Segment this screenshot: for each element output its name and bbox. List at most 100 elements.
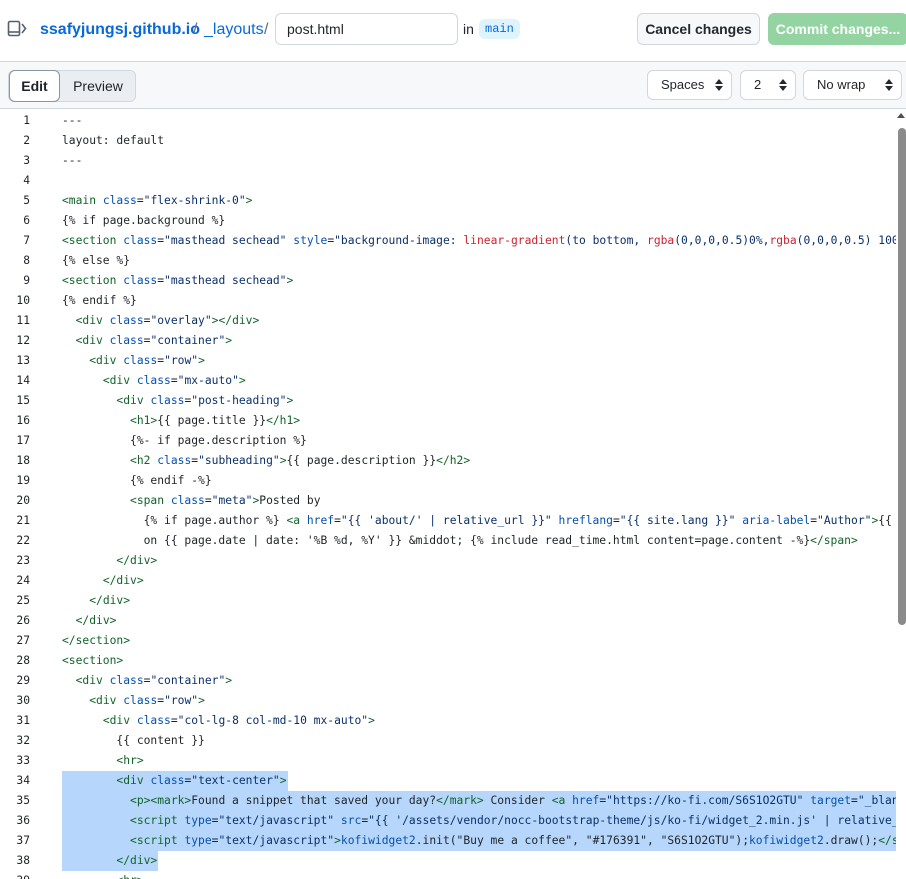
code-line[interactable]: 35 <p><mark>Found a snippet that saved y… (0, 791, 906, 811)
indent-mode-select[interactable]: Spaces (647, 70, 732, 100)
tab-edit[interactable]: Edit (9, 70, 60, 102)
cancel-changes-button[interactable]: Cancel changes (637, 13, 760, 45)
branch-badge: main (479, 19, 520, 39)
code-line[interactable]: 7 <section class="masthead sechead" style… (0, 231, 906, 251)
code-text: <p><mark>Found a snippet that saved your… (130, 794, 906, 807)
code-line[interactable]: 12 <div class="container"> (0, 331, 896, 351)
code-line[interactable]: 21 {% if page.author %} <a href="{{ 'abo… (0, 511, 906, 531)
line-number: 20 (16, 494, 30, 507)
code-line[interactable]: 34 <div class="text-center"> (0, 771, 896, 791)
line-number: 37 (16, 834, 30, 847)
code-text: <section class="masthead sechead"> (62, 274, 294, 287)
line-number: 1 (23, 114, 30, 127)
code-text: {{ content }} (62, 734, 205, 747)
code-text: </section> (62, 634, 131, 647)
line-number: 7 (23, 234, 30, 247)
breadcrumb-separator: / (264, 21, 269, 38)
code-line[interactable]: 10 {% endif %} (0, 291, 896, 311)
filename-input[interactable] (275, 13, 458, 45)
code-line[interactable]: 11 <div class="overlay"></div> (0, 311, 896, 331)
indent-size-value: 2 (754, 77, 762, 92)
line-number: 9 (23, 274, 30, 287)
code-text: {%- if page.description %} (62, 434, 307, 447)
code-text: <section> (62, 654, 124, 667)
code-line[interactable]: 8 {% else %} (0, 251, 896, 271)
code-editor[interactable]: 1 --- 2 layout: default 3 --- 4 5 <main class="f… (0, 109, 906, 879)
line-number: 34 (16, 774, 30, 787)
line-number: 4 (23, 174, 30, 187)
code-line[interactable]: 20 <span class="meta">Posted by (0, 491, 896, 511)
code-text: <div class="container"> (75, 674, 233, 687)
line-number: 38 (16, 854, 30, 867)
code-line[interactable]: 28 <section> (0, 651, 896, 671)
line-number: 14 (16, 374, 30, 387)
line-number: 3 (23, 154, 30, 167)
code-text: <script type="text/javascript">kofiwidge… (130, 834, 906, 847)
code-line[interactable]: 26 </div> (0, 611, 896, 631)
line-number: 12 (16, 334, 30, 347)
repo-icon[interactable] (7, 20, 27, 38)
scroll-up-arrow-icon[interactable] (897, 113, 905, 118)
code-line[interactable]: 18 <h2 class="subheading">{{ page.descri… (0, 451, 896, 471)
code-text: {% endif -%} (62, 474, 212, 487)
updown-arrows-icon (779, 79, 787, 91)
code-line[interactable]: 4 (0, 171, 896, 191)
code-line[interactable]: 38 </div> (0, 851, 896, 871)
code-line[interactable]: 2 layout: default (0, 131, 896, 151)
code-text: <h1>{{ page.title }}</h1> (130, 414, 301, 427)
code-line[interactable]: 29 <div class="container"> (0, 671, 896, 691)
code-text: </div> (75, 614, 117, 627)
line-number: 31 (16, 714, 30, 727)
code-text: --- (62, 154, 83, 167)
repo-link[interactable]: ssafyjungsj.github.io (40, 20, 200, 40)
line-number: 2 (23, 134, 30, 147)
code-line[interactable]: 32 {{ content }} (0, 731, 896, 751)
code-line[interactable]: 22 on {{ page.date | date: '%B %d, %Y' }… (0, 531, 896, 551)
code-line[interactable]: 17 {%- if page.description %} (0, 431, 896, 451)
tab-preview[interactable]: Preview (60, 71, 136, 101)
code-line[interactable]: 13 <div class="row"> (0, 351, 896, 371)
line-number: 36 (16, 814, 30, 827)
line-number: 19 (16, 474, 30, 487)
code-line[interactable]: 24 </div> (0, 571, 896, 591)
line-number: 18 (16, 454, 30, 467)
code-line[interactable]: 3 --- (0, 151, 896, 171)
code-line[interactable]: 6 {% if page.background %} (0, 211, 896, 231)
line-number: 30 (16, 694, 30, 707)
in-label: in (463, 21, 474, 37)
code-line[interactable]: 14 <div class="mx-auto"> (0, 371, 896, 391)
code-line[interactable]: 19 {% endif -%} (0, 471, 896, 491)
breadcrumb-separator: / (193, 21, 198, 38)
code-text: layout: default (62, 134, 165, 147)
folder-link[interactable]: _layouts (204, 20, 264, 40)
code-text: <div class="row"> (89, 354, 205, 367)
code-line[interactable]: 25 </div> (0, 591, 896, 611)
wrap-mode-select[interactable]: No wrap (803, 70, 902, 100)
code-line[interactable]: 1 --- (0, 111, 896, 131)
code-line[interactable]: 33 <hr> (0, 751, 896, 771)
code-text: <section class="masthead sechead" style=… (62, 234, 906, 247)
code-line[interactable]: 31 <div class="col-lg-8 col-md-10 mx-aut… (0, 711, 896, 731)
indent-size-select[interactable]: 2 (740, 70, 796, 100)
line-number: 25 (16, 594, 30, 607)
line-number: 10 (16, 294, 30, 307)
code-line[interactable]: 5 <main class="flex-shrink-0"> (0, 191, 896, 211)
commit-changes-button[interactable]: Commit changes... (768, 13, 906, 45)
code-text: <main class="flex-shrink-0"> (62, 194, 253, 207)
wrap-mode-value: No wrap (817, 77, 866, 92)
code-line[interactable]: 16 <h1>{{ page.title }}</h1> (0, 411, 896, 431)
line-number: 11 (16, 314, 30, 327)
code-line[interactable]: 30 <div class="row"> (0, 691, 896, 711)
scrollbar-thumb[interactable] (898, 128, 906, 625)
code-line[interactable]: 15 <div class="post-heading"> (0, 391, 896, 411)
code-line[interactable]: 37 <script type="text/javascript">kofiwi… (0, 831, 906, 851)
code-text: <div class="overlay"></div> (75, 314, 260, 327)
code-line[interactable]: 27 </section> (0, 631, 896, 651)
updown-arrows-icon (885, 79, 893, 91)
code-text: <div class="container"> (75, 334, 233, 347)
code-line[interactable]: 23 </div> (0, 551, 896, 571)
code-line[interactable]: 9 <section class="masthead sechead"> (0, 271, 896, 291)
code-line[interactable]: 36 <script type="text/javascript" src="{… (0, 811, 906, 831)
line-number: 26 (16, 614, 30, 627)
code-line[interactable]: 39 <hr> (0, 871, 896, 879)
